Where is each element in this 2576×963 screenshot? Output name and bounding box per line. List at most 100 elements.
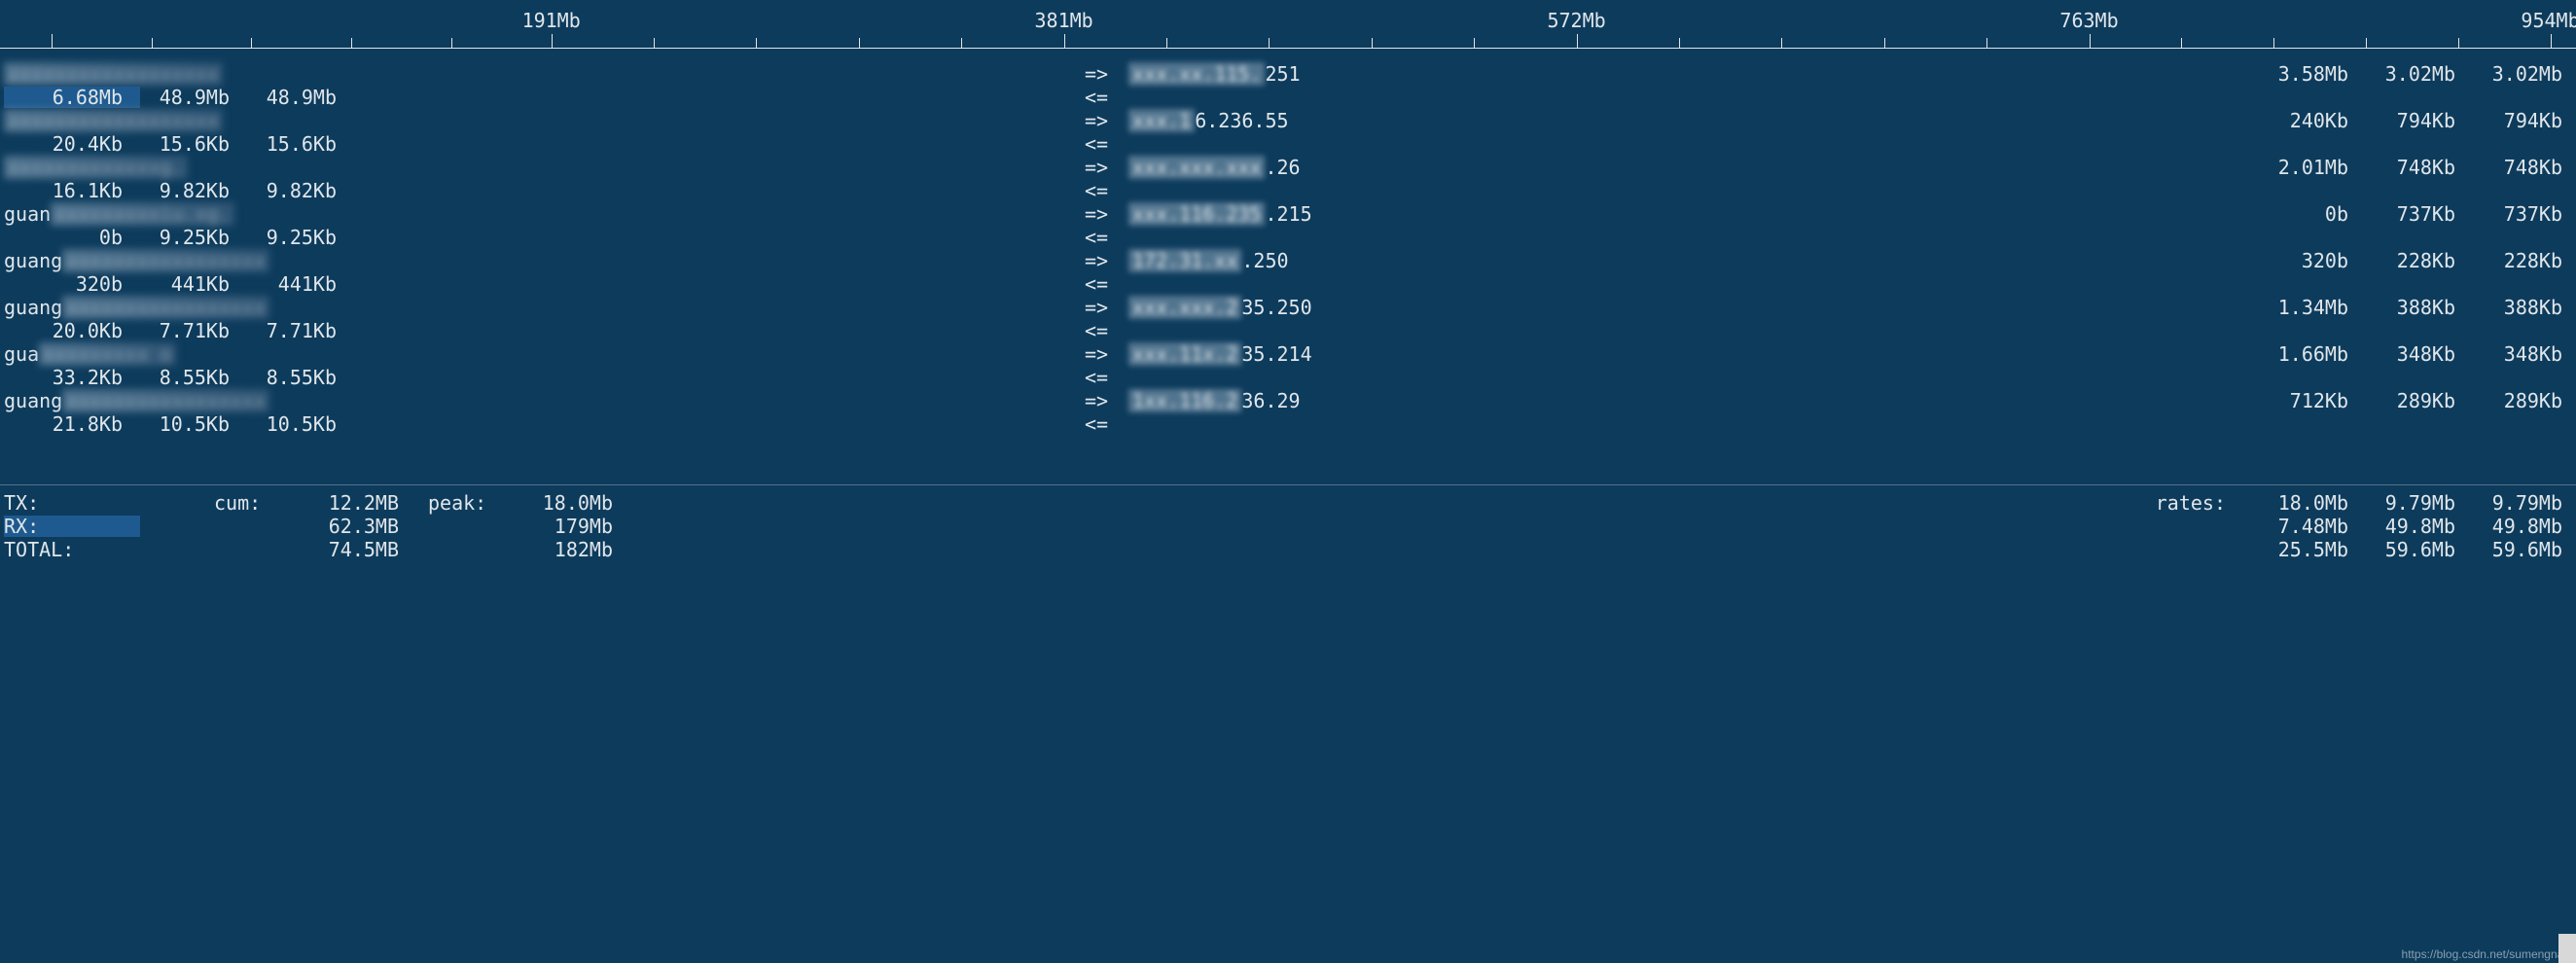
local-host: guanxxxxxxxxxiu.xg.: [4, 202, 636, 226]
scrollbar[interactable]: [2558, 934, 2576, 963]
scale-tick-minor: [152, 38, 153, 48]
tx-arrow-icon: =>: [1085, 249, 1114, 272]
rx-10s: 8.55Kb: [123, 366, 230, 389]
total-label: TOTAL:: [4, 538, 121, 561]
scale-tick-minor: [654, 38, 655, 48]
rx-40s: 48.9Mb: [230, 86, 337, 109]
local-host-blurred: xxxxxxxxxxxxxg.: [4, 156, 188, 179]
local-host-blurred: xxxxxxxxxxxxxxxxxx: [4, 62, 223, 86]
scale-tick-major: [1064, 34, 1065, 48]
tx-label: TX:: [4, 491, 121, 515]
scale-tick-minor: [2366, 38, 2367, 48]
local-prefix: gua: [4, 342, 39, 366]
rx-arrow-icon: <=: [1085, 86, 1114, 109]
rx-rate-40s: 49.8Mb: [2455, 515, 2562, 538]
remote-host-blurred: 1xx.116.2: [1128, 389, 1241, 412]
rx-40s: 15.6Kb: [230, 132, 337, 156]
tx-rate-40s: 9.79Mb: [2455, 491, 2562, 515]
rx-peak: 179Mb: [525, 515, 613, 538]
rx-2s: 6.68Mb: [16, 86, 123, 109]
remote-host-blurred: xxx.xxx.xxx: [1128, 156, 1265, 179]
tx-10s: 737Kb: [2348, 202, 2455, 226]
scale-tick-major: [2090, 34, 2091, 48]
total-peak: 182Mb: [525, 538, 613, 561]
rx-rate-10s: 49.8Mb: [2348, 515, 2455, 538]
tx-40s: 388Kb: [2455, 296, 2562, 319]
rx-40s: 9.25Kb: [230, 226, 337, 249]
tx-40s: 289Kb: [2455, 389, 2562, 412]
local-host: guaxxxxxxxxx o: [4, 342, 636, 366]
local-prefix: guan: [4, 202, 51, 226]
local-host-blurred: xxxxxxxxxxxxxxxxx: [62, 389, 269, 412]
local-host: xxxxxxxxxxxxxg.: [4, 156, 636, 179]
tx-arrow-icon: =>: [1085, 62, 1114, 86]
local-host: guangxxxxxxxxxxxxxxxxx: [4, 389, 636, 412]
tx-2s: 1.34Mb: [2241, 296, 2348, 319]
cum-label: cum:: [214, 491, 261, 515]
rx-2s: 20.0Kb: [16, 319, 123, 342]
local-prefix: guang: [4, 389, 62, 412]
rx-40s: 441Kb: [230, 272, 337, 296]
remote-host: xxx.116.235.215: [1128, 202, 1518, 226]
scale-tick-label: 191Mb: [522, 9, 581, 32]
tx-arrow-icon: =>: [1085, 109, 1114, 132]
scale-tick-minor: [1269, 38, 1270, 48]
rx-label: RX:: [4, 515, 121, 538]
tx-40s: 748Kb: [2455, 156, 2562, 179]
scale-tick-minor: [1166, 38, 1167, 48]
summary-total-row: TOTAL: 74.5MB 182Mb 25.5Mb 59.6Mb 59.6Mb: [0, 538, 2576, 561]
connection-rx-row: <=16.1Kb9.82Kb9.82Kb: [0, 179, 2576, 202]
remote-host-blurred: xxx.116.235: [1128, 202, 1265, 226]
summary-rx-row: RX: 62.3MB 179Mb 7.48Mb 49.8Mb 49.8Mb: [0, 515, 2576, 538]
rx-2s: 0b: [16, 226, 123, 249]
local-prefix: guang: [4, 249, 62, 272]
scale-tick-label: 572Mb: [1547, 9, 1605, 32]
tx-2s: 0b: [2241, 202, 2348, 226]
connection-tx-row: xxxxxxxxxxxxxxxxxx=>xxx.xx.115.2513.58Mb…: [0, 62, 2576, 86]
bandwidth-scale: 191Mb381Mb572Mb763Mb954Mb: [0, 0, 2576, 49]
rx-10s: 9.82Kb: [123, 179, 230, 202]
summary-section: TX: cum: 12.2MB peak: 18.0Mb rates: 18.0…: [0, 485, 2576, 561]
local-host: xxxxxxxxxxxxxxxxxx: [4, 62, 636, 86]
scale-tick-minor: [1986, 38, 1987, 48]
remote-host-blurred: xxx.xxx.2: [1128, 296, 1241, 319]
tx-rate-10s: 9.79Mb: [2348, 491, 2455, 515]
connection-rx-row: <=33.2Kb8.55Kb8.55Kb: [0, 366, 2576, 389]
scale-tick-minor: [2458, 38, 2459, 48]
rx-10s: 441Kb: [123, 272, 230, 296]
scale-tick-minor: [1679, 38, 1680, 48]
rx-arrow-icon: <=: [1085, 412, 1114, 436]
rx-cum: 62.3MB: [311, 515, 399, 538]
scale-tick-minor: [1884, 38, 1885, 48]
total-rate-2s: 25.5Mb: [2241, 538, 2348, 561]
scale-tick-major: [552, 34, 553, 48]
rx-arrow-icon: <=: [1085, 226, 1114, 249]
scale-tick-major: [1577, 34, 1578, 48]
tx-2s: 712Kb: [2241, 389, 2348, 412]
rx-2s: 320b: [16, 272, 123, 296]
tx-40s: 348Kb: [2455, 342, 2562, 366]
rx-arrow-icon: <=: [1085, 132, 1114, 156]
scale-tick-major: [2551, 34, 2552, 48]
scale-tick-label: 763Mb: [2059, 9, 2118, 32]
remote-host-suffix: .215: [1265, 202, 1311, 226]
remote-host-suffix: 6.236.55: [1195, 109, 1288, 132]
connection-list: xxxxxxxxxxxxxxxxxx=>xxx.xx.115.2513.58Mb…: [0, 49, 2576, 436]
connection-rx-row: <=20.4Kb15.6Kb15.6Kb: [0, 132, 2576, 156]
connection-tx-row: guaxxxxxxxxx o => xxx.11x.235.214 1.66Mb 34…: [0, 342, 2576, 366]
connection-tx-row: guangxxxxxxxxxxxxxxxxx=>1xx.116.236.2971…: [0, 389, 2576, 412]
remote-host-blurred: xxx.1: [1128, 109, 1195, 132]
remote-host-suffix: 36.29: [1241, 389, 1300, 412]
rx-2s: 33.2Kb: [16, 366, 123, 389]
remote-host: xxx.xxx.235.250: [1128, 296, 1518, 319]
connection-rx-row: <=0b9.25Kb9.25Kb: [0, 226, 2576, 249]
tx-arrow-icon: =>: [1085, 342, 1114, 366]
scale-tick-minor: [756, 38, 757, 48]
local-host-blurred: xxxxxxxxxxxxxxxxxx: [4, 109, 223, 132]
scale-tick-label: 381Mb: [1035, 9, 1093, 32]
connection-rx-row: <=21.8Kb10.5Kb10.5Kb: [0, 412, 2576, 436]
tx-40s: 3.02Mb: [2455, 62, 2562, 86]
tx-2s: 1.66Mb: [2241, 342, 2348, 366]
remote-host: xxx.xxx.xxx.26: [1128, 156, 1518, 179]
remote-host: xxx.11x.235.214: [1128, 342, 1518, 366]
